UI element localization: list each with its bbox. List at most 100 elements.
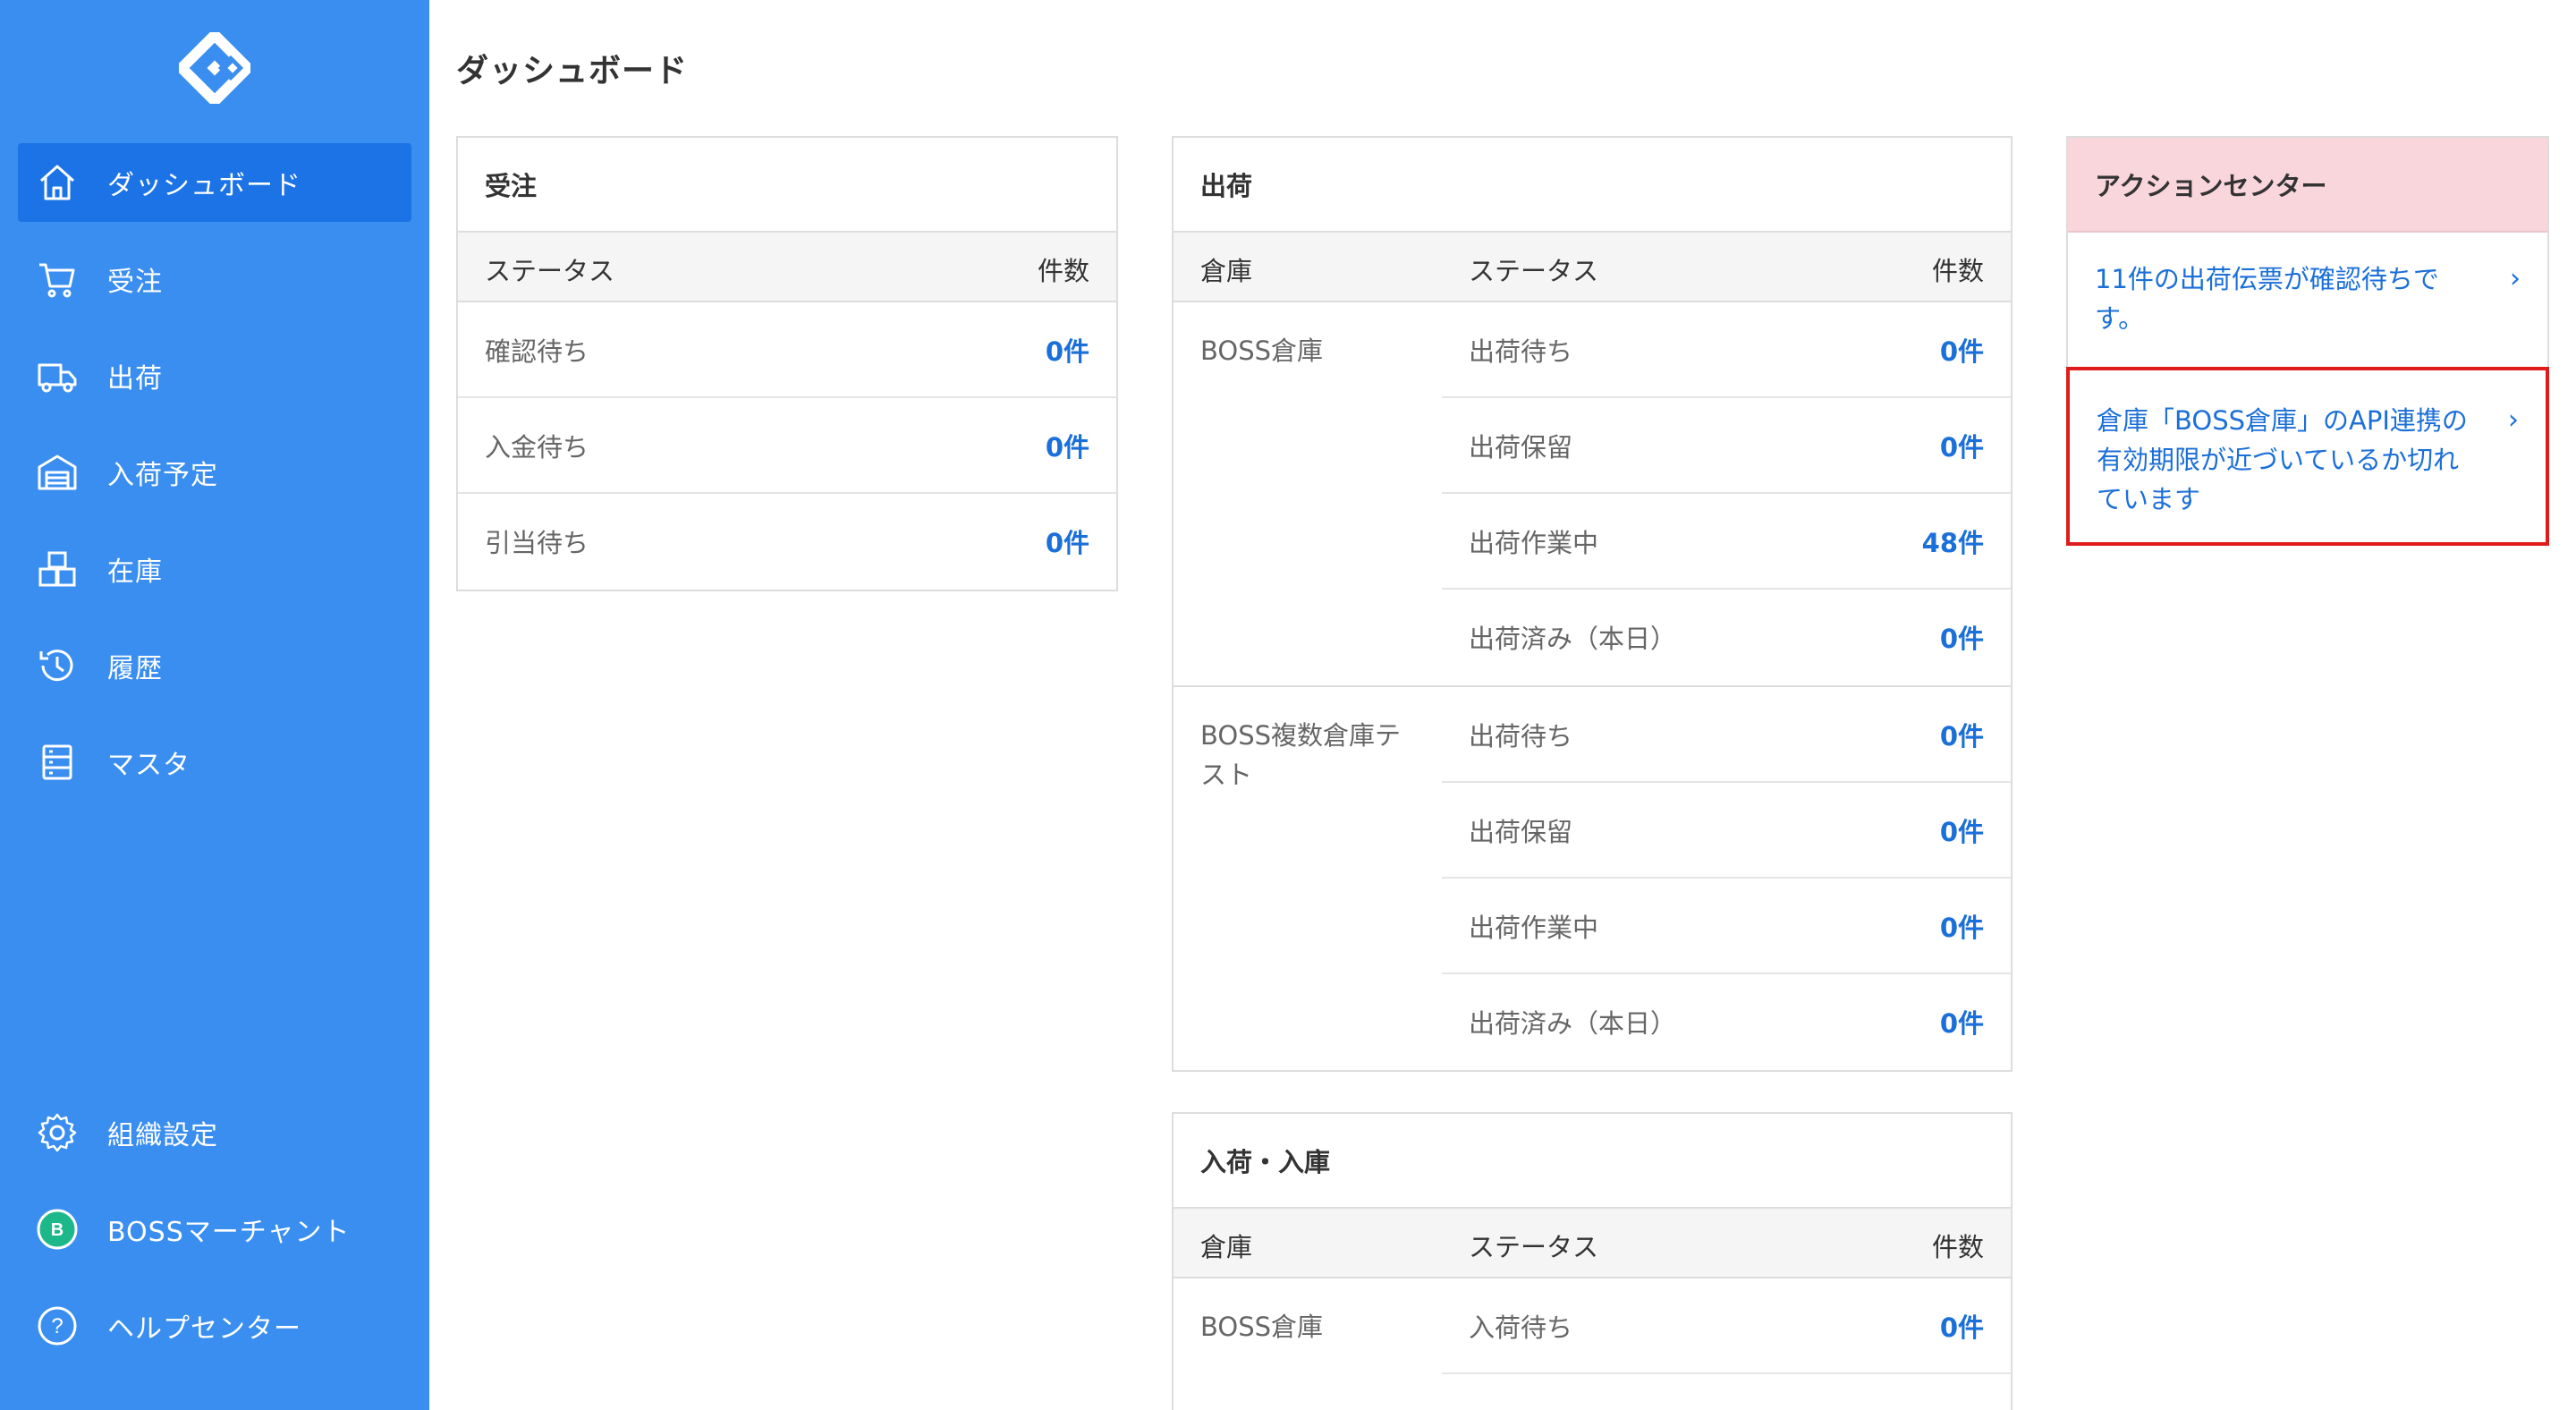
row-count-link[interactable]: 0件 bbox=[1940, 427, 1984, 464]
row-count-link[interactable]: 0件 bbox=[1046, 522, 1089, 560]
chevron-right-icon: › bbox=[2508, 404, 2519, 436]
row-status-label: 確認待ち bbox=[485, 336, 589, 367]
table-row: 入荷待ち 0件 bbox=[1442, 1278, 2011, 1374]
warehouse-name: BOSS倉庫 bbox=[1200, 336, 1324, 366]
row-status-label: 出荷待ち bbox=[1469, 721, 1573, 752]
warehouse-name: BOSS複数倉庫テスト bbox=[1200, 720, 1402, 790]
row-count-link[interactable]: 0件 bbox=[1940, 1307, 1984, 1345]
orders-table-header: ステータス 件数 bbox=[458, 233, 1116, 302]
row-status-label: 出荷待ち bbox=[1469, 336, 1573, 367]
col-count-header: 件数 bbox=[1931, 1232, 1984, 1262]
row-status-label: 入金待ち bbox=[485, 432, 589, 463]
row-status-label: 出荷保留 bbox=[1469, 432, 1573, 463]
svg-text:B: B bbox=[51, 1220, 64, 1240]
sidebar-item-label: 履歴 bbox=[107, 653, 163, 684]
sidebar-item-inventory[interactable]: 在庫 bbox=[18, 530, 411, 608]
row-count-link[interactable]: 0件 bbox=[1940, 716, 1984, 753]
sidebar-item-master[interactable]: マスタ bbox=[18, 723, 411, 802]
row-count-link[interactable]: 0件 bbox=[1940, 618, 1984, 656]
col-status-header: ステータス bbox=[485, 256, 615, 286]
sidebar-item-history[interactable]: 履歴 bbox=[18, 626, 411, 705]
row-status-label: 引当待ち bbox=[485, 528, 589, 558]
col-warehouse-header: 倉庫 bbox=[1200, 1232, 1253, 1262]
sidebar-item-label: 組織設定 bbox=[107, 1120, 218, 1151]
home-icon bbox=[40, 165, 74, 200]
help-icon: ? bbox=[38, 1306, 77, 1346]
action-center-card: アクションセンター 11件の出荷伝票が確認待ちです。 › bbox=[2066, 136, 2549, 369]
col-count-header: 件数 bbox=[1037, 256, 1089, 286]
sidebar-item-merchant[interactable]: B BOSSマーチャント bbox=[18, 1190, 411, 1269]
warehouse-group: BOSS倉庫 出荷待ち 0件 出荷保留 0件 出荷作業中 48件 出荷済み（本日） 0件 bbox=[1174, 302, 2011, 687]
row-status-label: 出荷済み（本日） bbox=[1469, 624, 1677, 654]
sidebar: ダッシュボード 受注 出荷 入荷予定 在庫 履歴 マスタ 組織設定 B BOSS… bbox=[0, 0, 429, 1410]
table-row: 出荷待ち 0件 bbox=[1442, 302, 2011, 398]
sidebar-item-arrivals[interactable]: 入荷予定 bbox=[18, 433, 411, 512]
svg-text:?: ? bbox=[51, 1314, 63, 1338]
warehouse-name: BOSS倉庫 bbox=[1200, 1312, 1324, 1342]
history-icon bbox=[39, 650, 73, 682]
shipping-table-header: 倉庫 ステータス 件数 bbox=[1174, 233, 2011, 302]
logo-icon[interactable] bbox=[174, 27, 256, 109]
sidebar-item-label: 出荷 bbox=[107, 363, 163, 395]
sidebar-item-label: 入荷予定 bbox=[107, 460, 218, 491]
chevron-right-icon: › bbox=[2510, 263, 2521, 294]
page-title: ダッシュボード bbox=[456, 53, 689, 89]
receiving-table-header: 倉庫 ステータス 件数 bbox=[1174, 1209, 2011, 1278]
row-count-link[interactable]: 0件 bbox=[1940, 811, 1984, 849]
merchant-avatar-icon: B bbox=[37, 1209, 78, 1250]
row-count-link[interactable]: 0件 bbox=[1940, 1003, 1984, 1041]
col-count-header: 件数 bbox=[1931, 256, 1984, 286]
row-count-link[interactable]: 48件 bbox=[1922, 522, 1984, 560]
sidebar-item-label: BOSSマーチャント bbox=[107, 1217, 351, 1248]
row-count-link[interactable]: 0件 bbox=[1046, 427, 1089, 464]
action-item-text: 11件の出荷伝票が確認待ちです。 bbox=[2095, 264, 2439, 334]
action-item-api-expiry[interactable]: 倉庫「BOSS倉庫」のAPI連携の有効期限が近づいているか切れています › bbox=[2066, 367, 2549, 546]
warehouse-icon bbox=[38, 454, 77, 490]
receiving-card-title: 入荷・入庫 bbox=[1174, 1114, 2011, 1209]
shipping-card-title: 出荷 bbox=[1174, 138, 2011, 233]
boxes-icon bbox=[38, 551, 76, 587]
row-status-label: 出荷作業中 bbox=[1469, 913, 1599, 943]
row-status-label: 入荷待ち bbox=[1469, 1312, 1573, 1343]
sidebar-item-label: ダッシュボード bbox=[107, 170, 301, 201]
row-count-link[interactable]: 0件 bbox=[1940, 907, 1984, 945]
col-status-header: ステータス bbox=[1469, 256, 1599, 286]
row-count-link[interactable]: 0件 bbox=[1940, 331, 1984, 369]
table-row: 出荷作業中 0件 bbox=[1442, 879, 2011, 974]
action-center-title: アクションセンター bbox=[2068, 138, 2547, 233]
sidebar-item-dashboard[interactable]: ダッシュボード bbox=[18, 143, 411, 222]
col-warehouse-header: 倉庫 bbox=[1200, 256, 1253, 286]
table-row: 出荷作業中 48件 bbox=[1442, 494, 2011, 590]
action-item-pending-slips[interactable]: 11件の出荷伝票が確認待ちです。 › bbox=[2068, 233, 2547, 365]
table-row: 出荷済み（本日） 0件 bbox=[1442, 590, 2011, 685]
shipping-card: 出荷 倉庫 ステータス 件数 BOSS倉庫 出荷待ち 0件 出荷保留 0件 出荷作業… bbox=[1172, 136, 2012, 1072]
row-status-label: 出荷保留 bbox=[1469, 817, 1573, 847]
table-row: 確認待ち 0件 bbox=[458, 302, 1116, 398]
row-status-label: 出荷作業中 bbox=[1469, 528, 1599, 558]
sidebar-item-label: ヘルプセンター bbox=[107, 1313, 301, 1345]
row-count-link[interactable]: 0件 bbox=[1046, 331, 1089, 369]
row-status-label: 出荷済み（本日） bbox=[1469, 1008, 1677, 1039]
receiving-card: 入荷・入庫 倉庫 ステータス 件数 BOSS倉庫 入荷待ち 0件 bbox=[1172, 1112, 2012, 1410]
sidebar-item-orders[interactable]: 受注 bbox=[18, 240, 411, 319]
table-row: 出荷済み（本日） 0件 bbox=[1442, 974, 2011, 1070]
sidebar-item-help[interactable]: ? ヘルプセンター bbox=[18, 1287, 411, 1365]
table-row: 入金待ち 0件 bbox=[458, 398, 1116, 494]
master-icon bbox=[42, 744, 72, 780]
truck-icon bbox=[38, 363, 77, 393]
orders-card-title: 受注 bbox=[458, 138, 1116, 233]
table-row: 出荷待ち 0件 bbox=[1442, 687, 2011, 783]
table-row: 引当待ち 0件 bbox=[458, 494, 1116, 590]
sidebar-item-label: マスタ bbox=[107, 750, 191, 781]
sidebar-item-label: 在庫 bbox=[107, 556, 163, 588]
action-item-text: 倉庫「BOSS倉庫」のAPI連携の有効期限が近づいているか切れています bbox=[2097, 405, 2468, 514]
col-status-header: ステータス bbox=[1469, 1232, 1599, 1262]
sidebar-item-label: 受注 bbox=[107, 267, 163, 298]
table-row: 出荷保留 0件 bbox=[1442, 398, 2011, 494]
table-row: 出荷保留 0件 bbox=[1442, 783, 2011, 879]
gear-icon bbox=[38, 1113, 77, 1152]
warehouse-group: BOSS倉庫 入荷待ち 0件 bbox=[1174, 1278, 2011, 1374]
cart-icon bbox=[39, 263, 75, 298]
sidebar-item-shipping[interactable]: 出荷 bbox=[18, 336, 411, 415]
sidebar-item-org-settings[interactable]: 組織設定 bbox=[18, 1093, 411, 1172]
